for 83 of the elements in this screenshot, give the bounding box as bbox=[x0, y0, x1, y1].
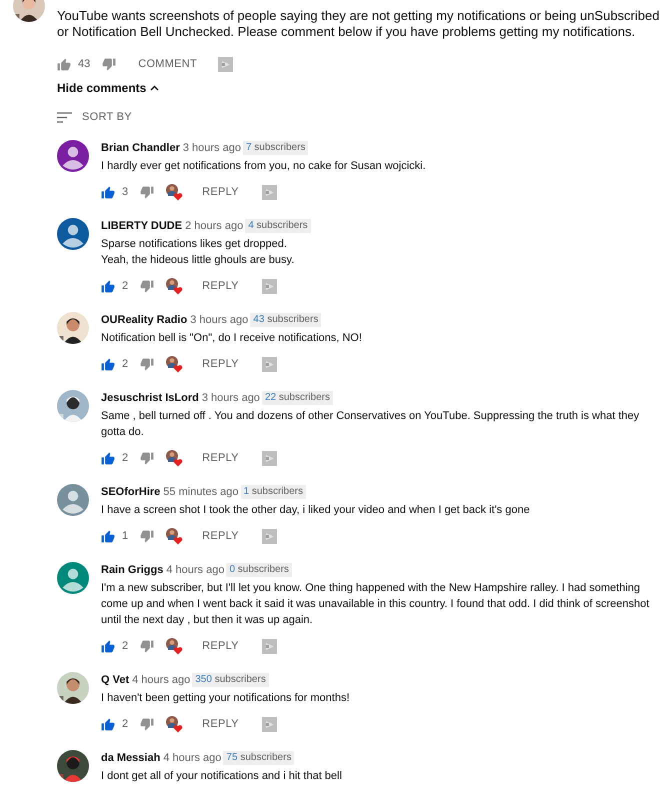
comment-text: Sparse notifications likes get dropped. Yeah, the hideous little ghouls are busy. bbox=[101, 237, 296, 268]
timestamp[interactable]: 3 hours ago bbox=[182, 140, 241, 156]
like-count: 2 bbox=[122, 356, 128, 372]
author-name[interactable]: da Messiah bbox=[101, 750, 160, 766]
like-count: 2 bbox=[122, 450, 128, 466]
comment-text: I have a screen shot I took the other day, i liked your video and when I get back it's gone bbox=[101, 503, 531, 518]
subscriber-badge: 43 subscribers bbox=[250, 313, 322, 327]
timestamp[interactable]: 4 hours ago bbox=[166, 562, 224, 578]
comment-text: YouTube wants screenshots of people saying they are not getting my notifications or being unSubscribed or Notification Bell Unchecked. Please comment below if you have problems getting my notifications. bbox=[57, 8, 660, 40]
play-square-icon[interactable] bbox=[262, 716, 277, 732]
author-name[interactable]: Brian Chandler bbox=[101, 140, 180, 156]
play-square-icon[interactable] bbox=[262, 638, 277, 654]
subscriber-badge: 350 subscribers bbox=[192, 673, 269, 687]
subscriber-badge: 7 subscribers bbox=[242, 141, 308, 155]
reply-button[interactable]: REPLY bbox=[202, 638, 239, 654]
timestamp[interactable]: 4 hours ago bbox=[132, 672, 190, 688]
author-name[interactable]: OUReality Radio bbox=[101, 312, 188, 328]
thumbs-up-icon[interactable] bbox=[101, 280, 115, 292]
creator-heart-icon bbox=[166, 278, 184, 294]
author-name[interactable]: Rain Griggs bbox=[101, 562, 164, 578]
comment-text: I hardly ever get notifications from you, no cake for Susan wojcicki. bbox=[101, 159, 427, 174]
thumbs-down-icon[interactable] bbox=[102, 58, 116, 70]
like-count: 2 bbox=[122, 278, 128, 294]
creator-heart-icon bbox=[166, 528, 184, 544]
timestamp[interactable]: 2 hours ago bbox=[185, 218, 244, 234]
comment-text: I haven't been getting your notifications for months! bbox=[101, 691, 351, 706]
thumbs-up-icon[interactable] bbox=[101, 530, 115, 542]
sort-button[interactable]: SORT BY bbox=[57, 107, 132, 127]
thumbs-down-icon[interactable] bbox=[140, 640, 154, 652]
reply-button[interactable]: REPLY bbox=[202, 528, 239, 544]
like-count: 43 bbox=[78, 56, 90, 72]
comment-text: I dont get all of your notifications and i hit that bell bbox=[101, 769, 343, 784]
thumbs-up-icon[interactable] bbox=[101, 186, 115, 198]
comment-text: I'm a new subscriber, but I'll let you know. One thing happened with the New Hampshire ralley. I had something come up and when I went back it said it was unavailable in this country. I found that odd. I did think of screenshot until the next day , but then it was up again. bbox=[101, 581, 650, 628]
like-count: 2 bbox=[122, 638, 128, 654]
reply-button[interactable]: REPLY bbox=[202, 450, 239, 466]
author-name[interactable]: LIBERTY DUDE bbox=[101, 218, 182, 234]
timestamp[interactable]: 4 hours ago bbox=[163, 750, 222, 766]
play-square-icon[interactable] bbox=[218, 56, 234, 72]
comment-text: Same , bell turned off . You and dozens of other Conservatives on YouTube. Suppressing the truth is what they gotta do. bbox=[101, 409, 640, 440]
like-count: 2 bbox=[122, 716, 128, 732]
creator-heart-icon bbox=[166, 450, 184, 466]
comment-button[interactable]: COMMENT bbox=[138, 56, 198, 72]
play-square-icon[interactable] bbox=[262, 528, 277, 544]
play-square-icon[interactable] bbox=[262, 356, 277, 372]
timestamp[interactable]: 3 hours ago bbox=[202, 390, 260, 406]
timestamp[interactable]: 3 hours ago bbox=[190, 312, 248, 328]
subscriber-badge: 75 subscribers bbox=[223, 751, 294, 765]
like-count: 1 bbox=[122, 528, 128, 544]
thumbs-down-icon[interactable] bbox=[140, 452, 154, 464]
thumbs-up-icon[interactable] bbox=[101, 452, 115, 464]
subscriber-badge: 4 subscribers bbox=[245, 219, 311, 233]
author-name[interactable]: Jesuschrist IsLord bbox=[101, 390, 199, 406]
thumbs-down-icon[interactable] bbox=[140, 280, 154, 292]
author-name[interactable]: SEOforHire bbox=[101, 484, 160, 500]
reply-button[interactable]: REPLY bbox=[202, 356, 239, 372]
hide-comments-button[interactable]: Hide comments bbox=[57, 78, 160, 98]
play-square-icon[interactable] bbox=[262, 278, 277, 294]
reply-button[interactable]: REPLY bbox=[202, 716, 239, 732]
thumbs-down-icon[interactable] bbox=[140, 186, 154, 198]
play-square-icon[interactable] bbox=[262, 184, 277, 200]
thumbs-down-icon[interactable] bbox=[140, 530, 154, 542]
creator-heart-icon bbox=[166, 184, 184, 200]
comment-text: Notification bell is "On", do I receive notifications, NO! bbox=[101, 331, 363, 346]
like-count: 3 bbox=[122, 184, 128, 200]
thumbs-down-icon[interactable] bbox=[140, 358, 154, 370]
play-square-icon[interactable] bbox=[262, 450, 277, 466]
thumbs-up-icon[interactable] bbox=[101, 358, 115, 370]
reply-button[interactable]: REPLY bbox=[202, 184, 239, 200]
thumbs-down-icon[interactable] bbox=[140, 718, 154, 730]
subscriber-badge: 22 subscribers bbox=[262, 391, 333, 405]
reply-button[interactable]: REPLY bbox=[202, 278, 239, 294]
thumbs-up-icon[interactable] bbox=[57, 58, 71, 70]
creator-heart-icon bbox=[166, 356, 184, 372]
thumbs-up-icon[interactable] bbox=[101, 640, 115, 652]
subscriber-badge: 1 subscribers bbox=[240, 485, 306, 499]
creator-heart-icon bbox=[166, 716, 184, 732]
timestamp[interactable]: 55 minutes ago bbox=[163, 484, 239, 500]
sort-icon bbox=[57, 112, 72, 122]
creator-heart-icon bbox=[166, 638, 184, 654]
subscriber-badge: 0 subscribers bbox=[226, 563, 292, 577]
thumbs-up-icon[interactable] bbox=[101, 718, 115, 730]
author-name[interactable]: Q Vet bbox=[101, 672, 130, 688]
